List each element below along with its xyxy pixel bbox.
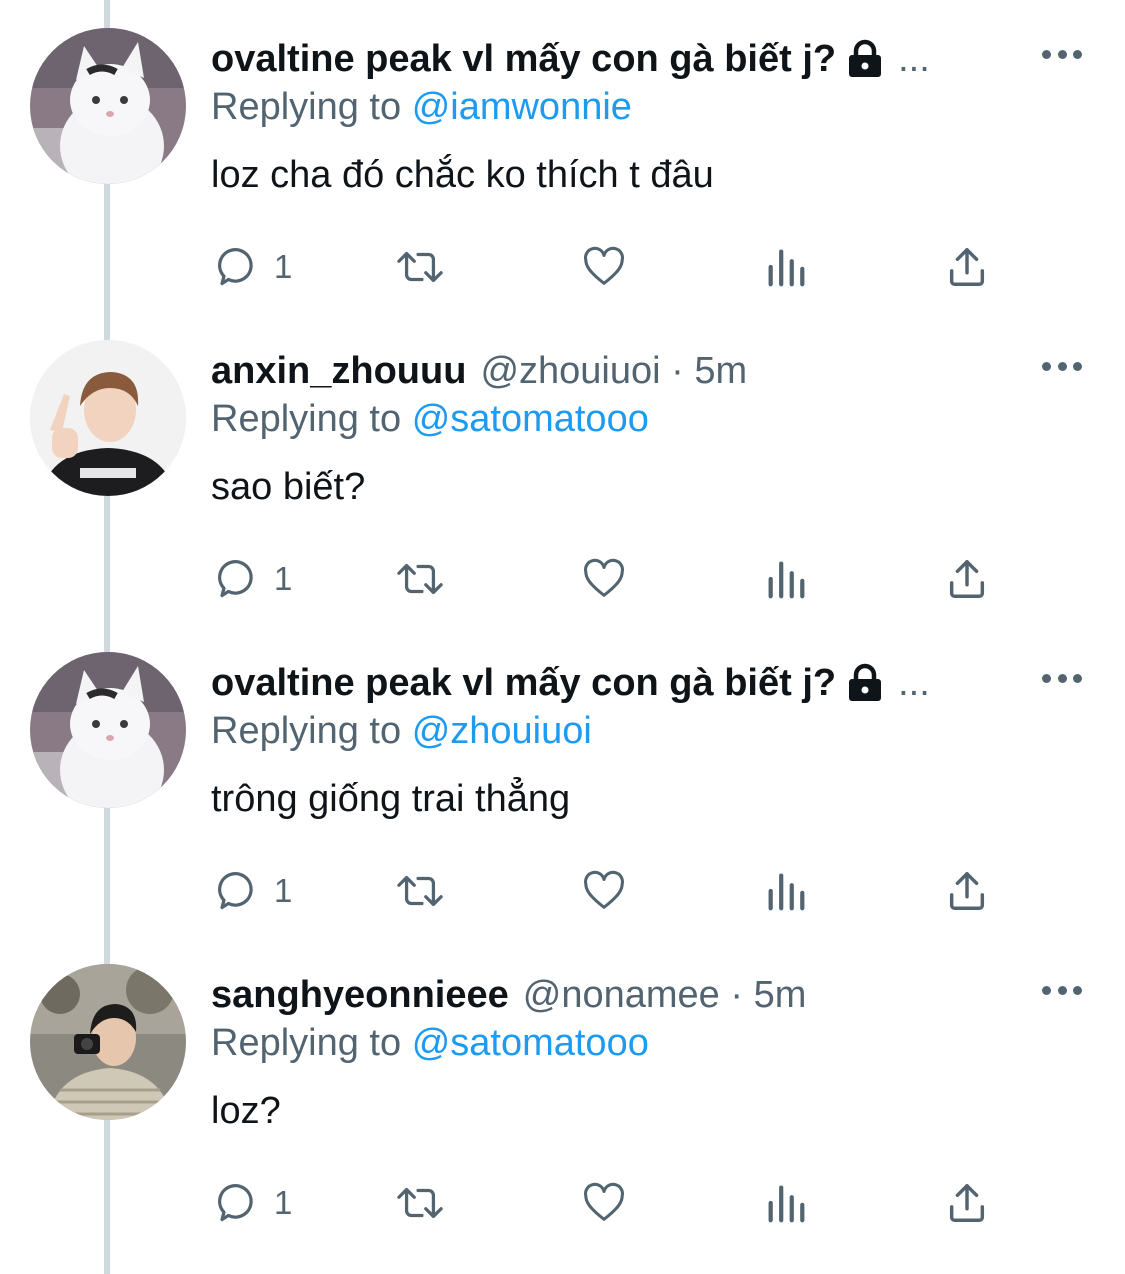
tweet-meta: @zhouiuoi · 5m (480, 350, 748, 392)
replying-label: Replying to (211, 1022, 402, 1064)
avatar[interactable] (30, 28, 186, 184)
tweet[interactable]: ovaltine peak vl mấy con gà biết j? ... … (0, 0, 1125, 312)
share-button[interactable] (944, 544, 990, 614)
white-cat-avatar-icon (30, 652, 186, 808)
views-button[interactable] (764, 856, 808, 926)
avatar[interactable] (30, 964, 186, 1120)
retweet-icon (397, 875, 443, 907)
reply-count: 1 (274, 872, 293, 909)
replying-label: Replying to (211, 86, 402, 128)
more-icon[interactable] (1042, 668, 1082, 688)
retweet-button[interactable] (392, 1168, 448, 1238)
share-button[interactable] (944, 1168, 990, 1238)
replying-handle[interactable]: @satomatooo (412, 1022, 649, 1064)
tweet[interactable]: ovaltine peak vl mấy con gà biết j? ... … (0, 624, 1125, 936)
lock-icon (849, 663, 882, 701)
tweet-meta: ... (898, 38, 930, 80)
person-avatar-icon (30, 340, 186, 496)
reply-button[interactable]: 1 (214, 1168, 292, 1238)
display-name[interactable]: anxin_zhouuu (211, 348, 466, 394)
replying-to: Replying to @satomatooo (211, 1020, 649, 1066)
replying-to: Replying to @zhouiuoi (211, 708, 592, 754)
display-name[interactable]: ovaltine peak vl mấy con gà biết j? (211, 660, 836, 706)
tweet-actions: 1 (0, 856, 1125, 926)
share-button[interactable] (944, 232, 990, 302)
more-icon[interactable] (1042, 356, 1082, 376)
more-icon[interactable] (1042, 44, 1082, 64)
views-icon (768, 873, 805, 911)
like-button[interactable] (580, 544, 628, 614)
lock-icon (849, 39, 882, 77)
views-button[interactable] (764, 1168, 808, 1238)
views-icon (768, 1185, 805, 1223)
tweet-text: sao biết? (211, 466, 366, 508)
retweet-icon (397, 563, 443, 595)
tweet-actions: 1 (0, 232, 1125, 302)
tweet-header: sanghyeonnieee @nonamee · 5m (211, 972, 806, 1018)
avatar[interactable] (30, 652, 186, 808)
like-button[interactable] (580, 1168, 628, 1238)
replying-handle[interactable]: @iamwonnie (412, 86, 632, 128)
reply-button[interactable]: 1 (214, 232, 292, 302)
avatar[interactable] (30, 340, 186, 496)
replying-label: Replying to (211, 398, 402, 440)
views-icon (768, 249, 805, 287)
tweet-meta: @nonamee · 5m (522, 974, 807, 1016)
tweet[interactable]: anxin_zhouuu @zhouiuoi · 5m Replying to … (0, 312, 1125, 624)
share-icon (949, 872, 985, 910)
share-icon (949, 248, 985, 286)
replying-to: Replying to @iamwonnie (211, 84, 632, 130)
reply-icon (218, 560, 253, 598)
replying-handle[interactable]: @zhouiuoi (412, 710, 592, 752)
retweet-button[interactable] (392, 856, 448, 926)
like-icon (584, 1182, 624, 1221)
tweet-text: loz cha đó chắc ko thích t đâu (211, 154, 714, 196)
display-name[interactable]: ovaltine peak vl mấy con gà biết j? (211, 36, 836, 82)
person-outdoor-avatar-icon (30, 964, 186, 1120)
like-button[interactable] (580, 856, 628, 926)
tweet[interactable]: sanghyeonnieee @nonamee · 5m Replying to… (0, 936, 1125, 1248)
tweet-header: anxin_zhouuu @zhouiuoi · 5m (211, 348, 747, 394)
share-icon (949, 560, 985, 598)
tweet-meta: ... (898, 662, 930, 704)
like-icon (584, 246, 624, 285)
retweet-button[interactable] (392, 232, 448, 302)
reply-count: 1 (274, 560, 293, 597)
views-icon (768, 561, 805, 599)
replying-to: Replying to @satomatooo (211, 396, 649, 442)
retweet-button[interactable] (392, 544, 448, 614)
reply-icon (218, 872, 253, 910)
retweet-icon (397, 251, 443, 283)
reply-icon (218, 248, 253, 286)
tweet-text: trông giống trai thẳng (211, 778, 571, 820)
replying-handle[interactable]: @satomatooo (412, 398, 649, 440)
tweet-header: ovaltine peak vl mấy con gà biết j? ... (211, 36, 930, 82)
like-icon (584, 558, 624, 597)
tweet-header: ovaltine peak vl mấy con gà biết j? ... (211, 660, 930, 706)
like-icon (584, 870, 624, 909)
retweet-icon (397, 1187, 443, 1219)
reply-button[interactable]: 1 (214, 544, 292, 614)
reply-button[interactable]: 1 (214, 856, 292, 926)
tweet-text: loz? (211, 1090, 281, 1132)
display-name[interactable]: sanghyeonnieee (211, 972, 509, 1018)
views-button[interactable] (764, 232, 808, 302)
more-icon[interactable] (1042, 980, 1082, 1000)
like-button[interactable] (580, 232, 628, 302)
views-button[interactable] (764, 544, 808, 614)
white-cat-avatar-icon (30, 28, 186, 184)
share-icon (949, 1184, 985, 1222)
tweet-actions: 1 (0, 544, 1125, 614)
reply-count: 1 (274, 248, 293, 285)
replying-label: Replying to (211, 710, 402, 752)
reply-icon (218, 1184, 253, 1222)
tweet-actions: 1 (0, 1168, 1125, 1238)
reply-count: 1 (274, 1184, 293, 1221)
share-button[interactable] (944, 856, 990, 926)
